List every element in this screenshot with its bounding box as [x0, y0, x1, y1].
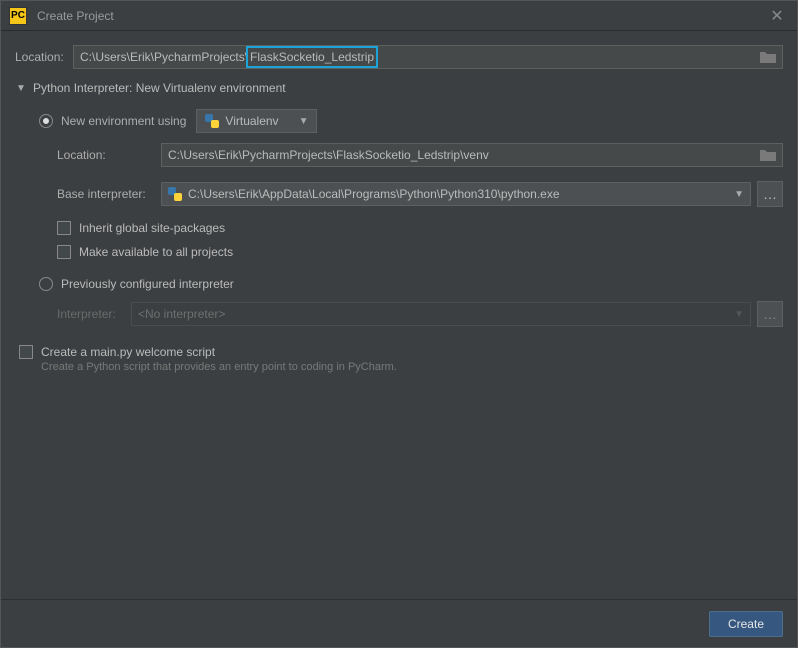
chevron-down-icon: ▼: [15, 83, 27, 94]
browse-folder-icon[interactable]: [760, 51, 776, 63]
prev-env-label: Previously configured interpreter: [61, 277, 234, 291]
chevron-down-icon: ▼: [734, 309, 744, 320]
window-title: Create Project: [37, 9, 114, 23]
mainpy-helper-text: Create a Python script that provides an …: [15, 361, 783, 373]
python-icon: [205, 114, 219, 128]
env-tool-value: Virtualenv: [225, 114, 278, 128]
close-icon[interactable]: ✕: [765, 6, 789, 26]
prev-env-radio[interactable]: [39, 277, 53, 291]
inherit-packages-label: Inherit global site-packages: [79, 221, 225, 235]
chevron-down-icon: ▼: [734, 189, 744, 200]
make-available-label: Make available to all projects: [79, 245, 233, 259]
location-path-prefix: C:\Users\Erik\PycharmProjects\: [80, 50, 248, 64]
project-name-text: FlaskSocketio_Ledstrip: [250, 47, 374, 67]
make-available-checkbox[interactable]: [57, 245, 71, 259]
python-icon: [168, 187, 182, 201]
base-interpreter-more-button[interactable]: …: [757, 181, 783, 207]
venv-location-label: Location:: [57, 148, 161, 162]
base-interpreter-value: C:\Users\Erik\AppData\Local\Programs\Pyt…: [188, 187, 560, 201]
venv-location-input[interactable]: C:\Users\Erik\PycharmProjects\FlaskSocke…: [161, 143, 783, 167]
project-name-highlight: FlaskSocketio_Ledstrip: [246, 46, 378, 68]
interpreter-label: Interpreter:: [57, 307, 131, 321]
create-button[interactable]: Create: [709, 611, 783, 637]
mainpy-label: Create a main.py welcome script: [41, 345, 215, 359]
new-env-radio[interactable]: [39, 114, 53, 128]
mainpy-checkbox[interactable]: [19, 345, 33, 359]
location-label: Location:: [15, 50, 73, 64]
app-icon: PC: [9, 7, 27, 25]
interpreter-more-button[interactable]: …: [757, 301, 783, 327]
project-location-input[interactable]: C:\Users\Erik\PycharmProjects\FlaskSocke…: [73, 45, 783, 69]
browse-folder-icon[interactable]: [760, 149, 776, 161]
base-interpreter-dropdown[interactable]: C:\Users\Erik\AppData\Local\Programs\Pyt…: [161, 182, 751, 206]
new-env-label: New environment using: [61, 114, 186, 128]
chevron-down-icon: ▼: [299, 116, 309, 127]
interpreter-section-header[interactable]: ▼ Python Interpreter: New Virtualenv env…: [15, 81, 783, 95]
interpreter-dropdown: <No interpreter> ▼: [131, 302, 751, 326]
venv-location-value: C:\Users\Erik\PycharmProjects\FlaskSocke…: [168, 148, 489, 162]
interpreter-section-title: Python Interpreter: New Virtualenv envir…: [33, 81, 286, 95]
base-interpreter-label: Base interpreter:: [57, 187, 161, 201]
inherit-packages-checkbox[interactable]: [57, 221, 71, 235]
env-tool-dropdown[interactable]: Virtualenv ▼: [196, 109, 317, 133]
interpreter-value: <No interpreter>: [138, 307, 225, 321]
